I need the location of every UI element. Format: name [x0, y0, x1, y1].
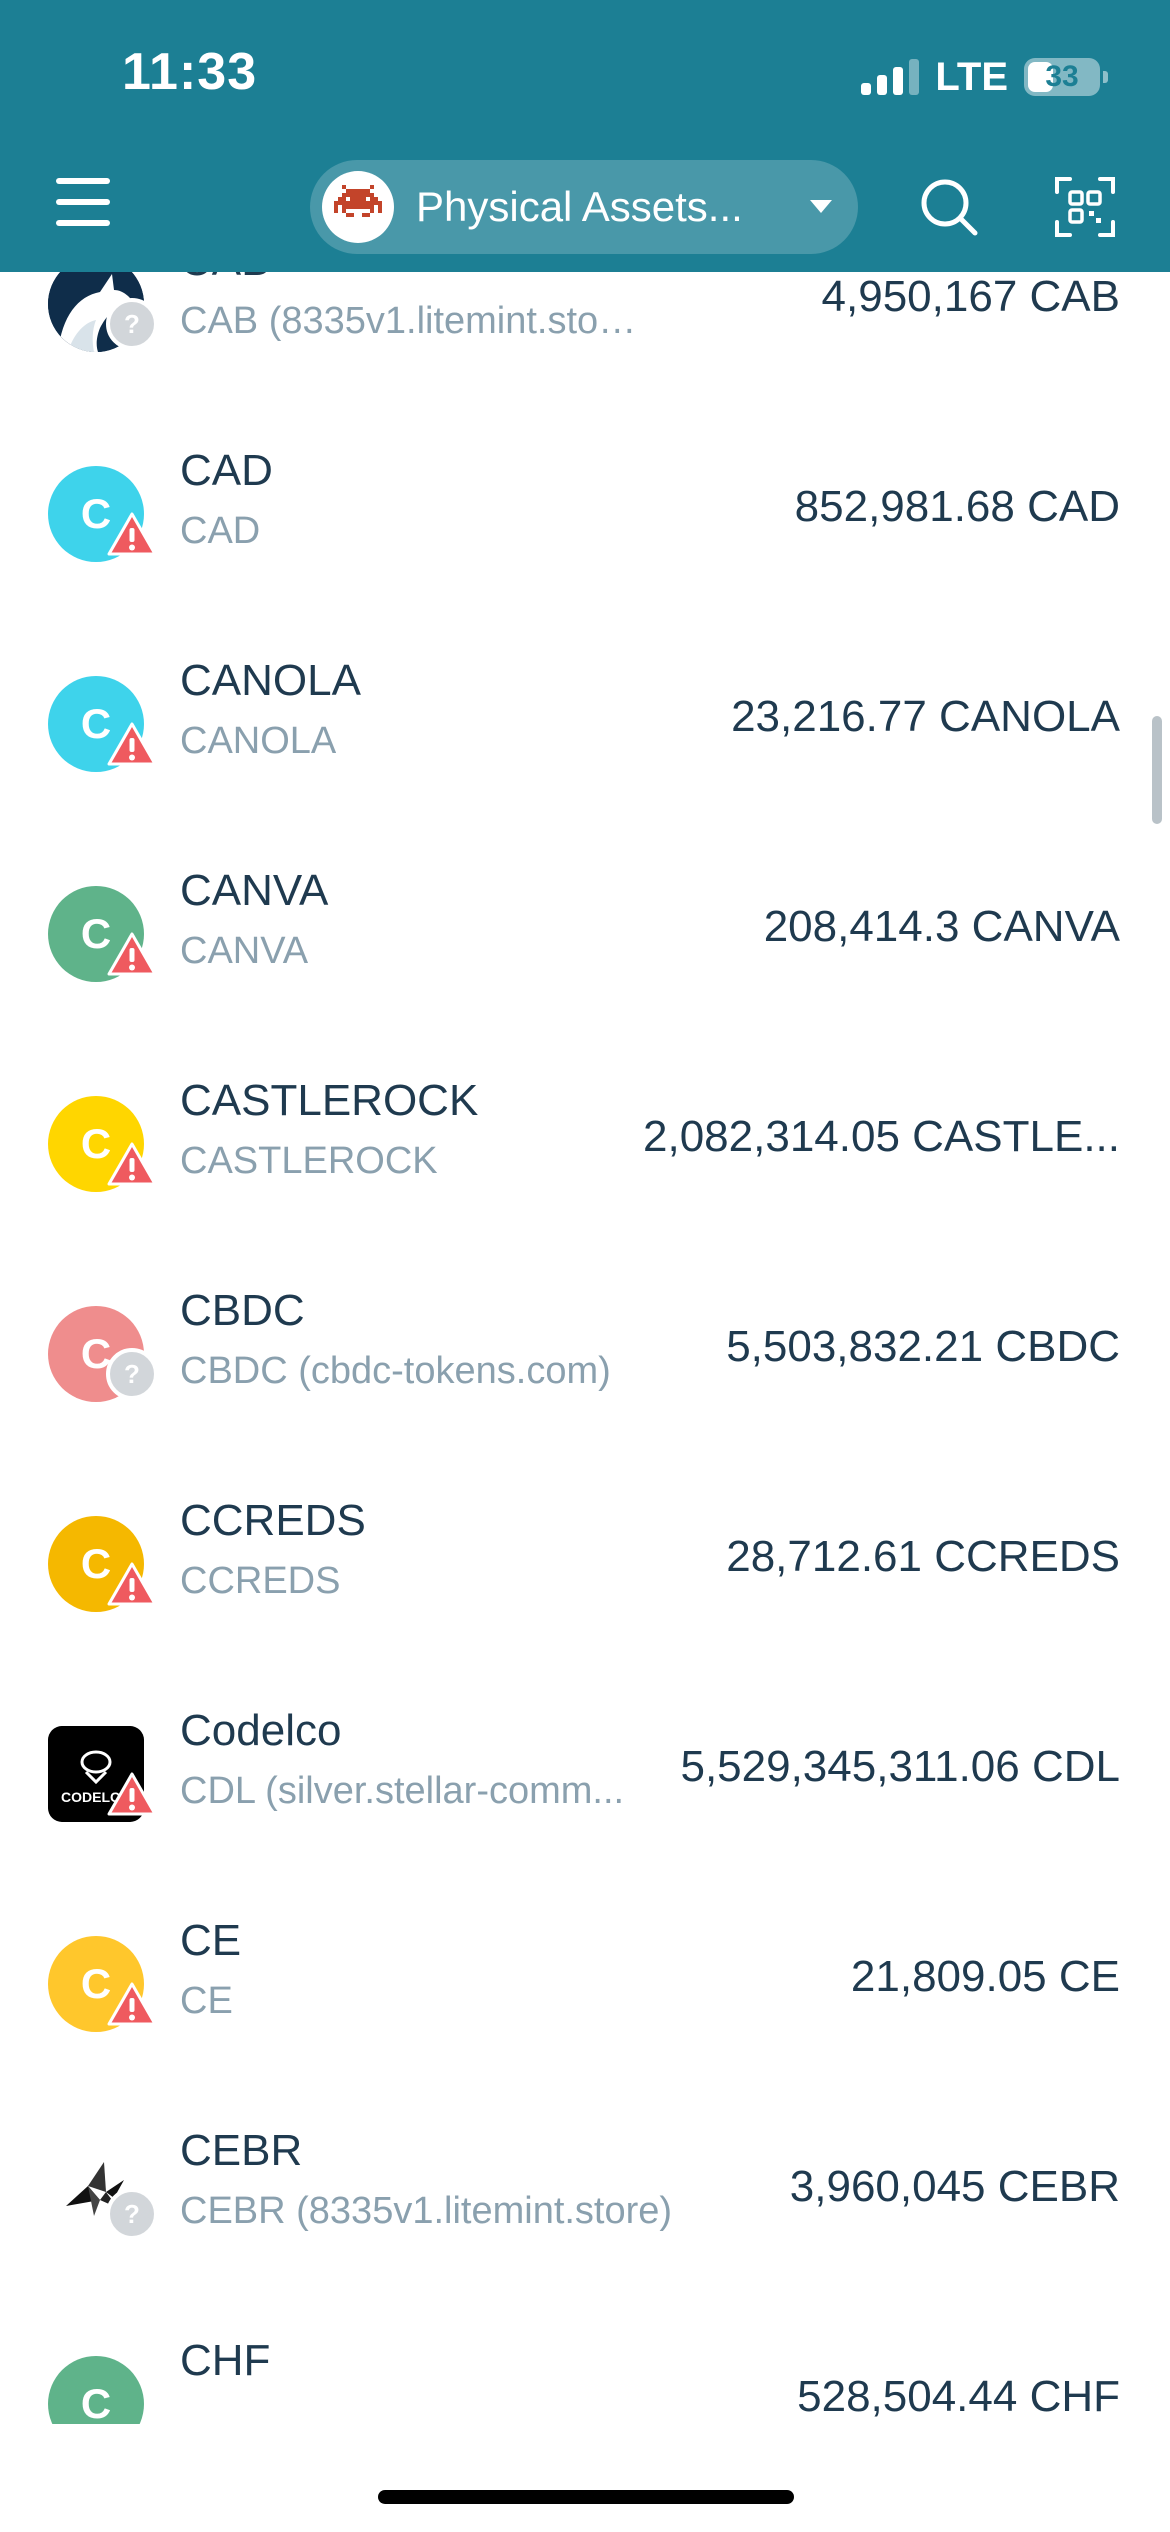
asset-list[interactable]: ? CAB CAB (8335v1.litemint.store) 4,950,… [0, 272, 1170, 2424]
asset-row-cebr[interactable]: ? CEBR CEBR (8335v1.litemint.store) 3,96… [0, 2090, 1170, 2300]
asset-row-ce[interactable]: C CE CE 21,809.05 CE [0, 1880, 1170, 2090]
warning-icon [107, 1562, 157, 1606]
portfolio-selector[interactable]: Physical Assets... [310, 160, 858, 254]
svg-text:?: ? [124, 309, 140, 339]
asset-row-canva[interactable]: C CANVA CANVA 208,414.3 CANVA [0, 830, 1170, 1040]
asset-row-castlerock[interactable]: C CASTLEROCK CASTLEROCK 2,082,314.05 CAS… [0, 1040, 1170, 1250]
scrollbar[interactable] [1152, 716, 1162, 824]
asset-name: CANVA [180, 866, 329, 915]
battery-icon: 33 [1024, 58, 1108, 96]
status-indicators: LTE 33 [861, 52, 1108, 102]
asset-amount: 2,082,314.05 CASTLE... [643, 1112, 1120, 1161]
space-invader-icon [322, 171, 394, 243]
asset-row-cab[interactable]: ? CAB CAB (8335v1.litemint.store) 4,950,… [0, 272, 1170, 410]
warning-icon [107, 1982, 157, 2026]
asset-row-cbdc[interactable]: C ? CBDC CBDC (cbdc-tokens.com) 5,503,83… [0, 1250, 1170, 1460]
asset-name: CBDC [180, 1286, 305, 1335]
asset-subtitle: CASTLEROCK [180, 1140, 438, 1182]
asset-amount: 852,981.68 CAD [794, 482, 1120, 531]
asset-amount: 208,414.3 CANVA [763, 902, 1120, 951]
question-icon: ? [106, 2188, 158, 2240]
asset-subtitle: CBDC (cbdc-tokens.com) [180, 1350, 611, 1392]
asset-amount: 23,216.77 CANOLA [731, 692, 1120, 741]
warning-icon [107, 1142, 157, 1186]
question-icon: ? [106, 1348, 158, 1400]
search-icon[interactable] [918, 176, 980, 238]
asset-subtitle: CDL (silver.stellar-comm... [180, 1770, 625, 1812]
asset-subtitle: CANVA [180, 930, 309, 972]
top-bar: 11:33 LTE 33 Physical Assets... [0, 0, 1170, 272]
asset-name: Codelco [180, 1706, 342, 1755]
status-time: 11:33 [122, 43, 258, 101]
warning-icon [107, 932, 157, 976]
asset-avatar: C [48, 2356, 144, 2424]
asset-row-canola[interactable]: C CANOLA CANOLA 23,216.77 CANOLA [0, 620, 1170, 830]
network-type: LTE [935, 54, 1008, 99]
asset-subtitle: CEBR (8335v1.litemint.store) [180, 2190, 673, 2232]
asset-subtitle: CE [180, 1980, 233, 2022]
asset-amount: 28,712.61 CCREDS [726, 1532, 1120, 1581]
asset-amount: 3,960,045 CEBR [789, 2162, 1120, 2211]
asset-amount: 5,503,832.21 CBDC [726, 1322, 1120, 1371]
asset-subtitle: CAB (8335v1.litemint.store) [180, 300, 640, 342]
cellular-signal-icon [861, 59, 920, 95]
chevron-down-icon [810, 200, 832, 213]
asset-name: CASTLEROCK [180, 1076, 479, 1125]
svg-text:?: ? [124, 1359, 140, 1389]
asset-row-chf[interactable]: C CHF 528,504.44 CHF [0, 2300, 1170, 2424]
battery-level: 33 [1045, 60, 1079, 93]
portfolio-selector-label: Physical Assets... [416, 183, 743, 230]
asset-subtitle: CCREDS [180, 1560, 341, 1602]
asset-amount: 5,529,345,311.06 CDL [680, 1742, 1120, 1791]
hamburger-menu-icon[interactable] [56, 178, 110, 226]
warning-icon [107, 722, 157, 766]
asset-name: CANOLA [180, 656, 361, 705]
asset-amount: 4,950,167 CAB [821, 272, 1120, 321]
asset-name: CHF [180, 2336, 271, 2385]
svg-text:?: ? [124, 2199, 140, 2229]
qr-scan-icon[interactable] [1054, 176, 1116, 238]
asset-amount: 528,504.44 CHF [797, 2372, 1120, 2421]
question-icon: ? [106, 298, 158, 350]
warning-icon [107, 512, 157, 556]
asset-subtitle: CANOLA [180, 720, 337, 762]
warning-icon [107, 1772, 157, 1816]
asset-subtitle: CAD [180, 510, 261, 552]
asset-amount: 21,809.05 CE [850, 1952, 1120, 2001]
asset-name: CEBR [180, 2126, 303, 2175]
asset-name: CCREDS [180, 1496, 366, 1545]
asset-name: CE [180, 1916, 242, 1965]
asset-row-ccreds[interactable]: C CCREDS CCREDS 28,712.61 CCREDS [0, 1460, 1170, 1670]
home-indicator[interactable] [378, 2490, 794, 2504]
asset-name: CAD [180, 446, 273, 495]
asset-row-cad[interactable]: C CAD CAD 852,981.68 CAD [0, 410, 1170, 620]
asset-name: CAB [180, 272, 270, 286]
asset-row-codelco[interactable]: CODELCO Codelco CDL (silver.stellar-comm… [0, 1670, 1170, 1880]
